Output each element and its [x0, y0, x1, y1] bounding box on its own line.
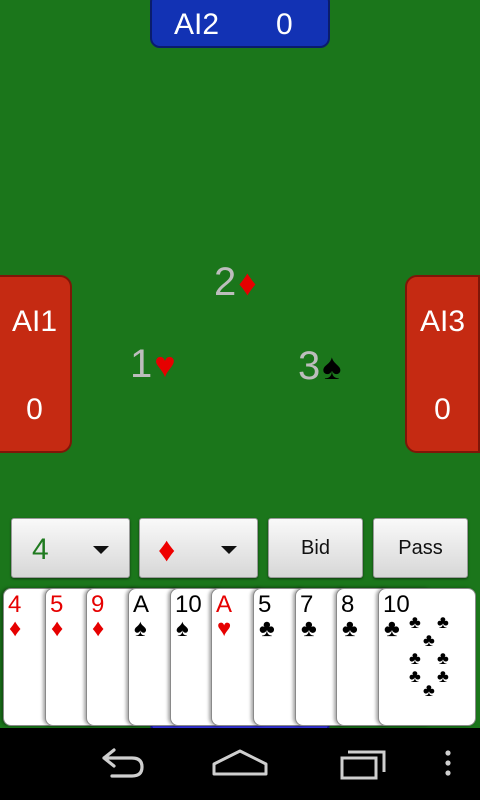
player-panel-ai1: AI1 0 — [0, 275, 72, 453]
player-score: 0 — [276, 8, 293, 41]
bid-number: 2 — [214, 260, 237, 304]
recent-apps-button[interactable] — [330, 742, 390, 786]
card-suit-icon: ♣ — [259, 615, 275, 642]
back-icon — [102, 748, 144, 778]
home-button[interactable] — [210, 742, 270, 786]
bid-north: 2♦ — [214, 260, 257, 305]
game-table: AI2 0 AI1 0 AI3 0 2♦ 1♥ 3♠ 4 ♦ Bid Pass … — [0, 0, 480, 728]
card-suit-icon: ♦ — [51, 615, 64, 642]
overflow-menu-icon — [445, 750, 451, 776]
card-pip-icon: ♣ — [437, 648, 449, 668]
overflow-menu-button[interactable] — [428, 742, 468, 786]
diamond-icon: ♦ — [158, 531, 176, 569]
back-button[interactable] — [90, 742, 150, 786]
home-icon — [212, 749, 268, 776]
player-name: AI3 — [419, 305, 466, 338]
player-name: AI1 — [11, 305, 58, 338]
bid-number: 1 — [130, 342, 153, 386]
card-pip-icon: ♣ — [437, 666, 449, 686]
bid-west: 1♥ — [130, 342, 176, 387]
dropdown-caret-icon — [93, 546, 109, 554]
player-panel-ai2: AI2 0 — [150, 0, 330, 48]
card-suit-icon: ♠ — [176, 615, 189, 642]
bid-number-select[interactable]: 4 — [11, 518, 130, 578]
bid-east: 3♠ — [298, 344, 341, 389]
bid-suit-select[interactable]: ♦ — [139, 518, 258, 578]
selected-number: 4 — [32, 533, 49, 566]
dropdown-caret-icon — [221, 546, 237, 554]
card-suit-icon: ♥ — [217, 615, 232, 642]
card-suit-icon: ♠ — [134, 615, 147, 642]
card-suit-icon: ♦ — [92, 615, 105, 642]
system-nav-bar — [0, 728, 480, 800]
bid-button[interactable]: Bid — [268, 518, 363, 578]
player-name: AI2 — [174, 8, 220, 41]
pass-button[interactable]: Pass — [373, 518, 468, 578]
card-pip-icon: ♣ — [409, 612, 421, 632]
card-pip-icon: ♣ — [423, 680, 435, 700]
card-suit-icon: ♣ — [384, 615, 400, 642]
player-score: 0 — [434, 393, 451, 426]
card-suit-icon: ♦ — [9, 615, 22, 642]
card-suit-icon: ♣ — [301, 615, 317, 642]
card-suit-icon: ♣ — [342, 615, 358, 642]
card-pip-icon: ♣ — [423, 630, 435, 650]
spade-icon: ♠ — [322, 346, 342, 387]
player-score: 0 — [26, 393, 43, 426]
heart-icon: ♥ — [154, 344, 176, 385]
card-pip-icon: ♣ — [437, 612, 449, 632]
diamond-icon: ♦ — [238, 262, 257, 303]
card-pip-icon: ♣ — [409, 666, 421, 686]
bid-number: 3 — [298, 344, 321, 388]
playing-card[interactable]: 10 ♣ ♣ ♣ ♣ ♣ ♣ ♣ ♣ ♣ — [378, 588, 476, 726]
card-pip-icon: ♣ — [409, 648, 421, 668]
player-panel-ai3: AI3 0 — [405, 275, 480, 453]
recent-apps-icon — [340, 750, 386, 780]
